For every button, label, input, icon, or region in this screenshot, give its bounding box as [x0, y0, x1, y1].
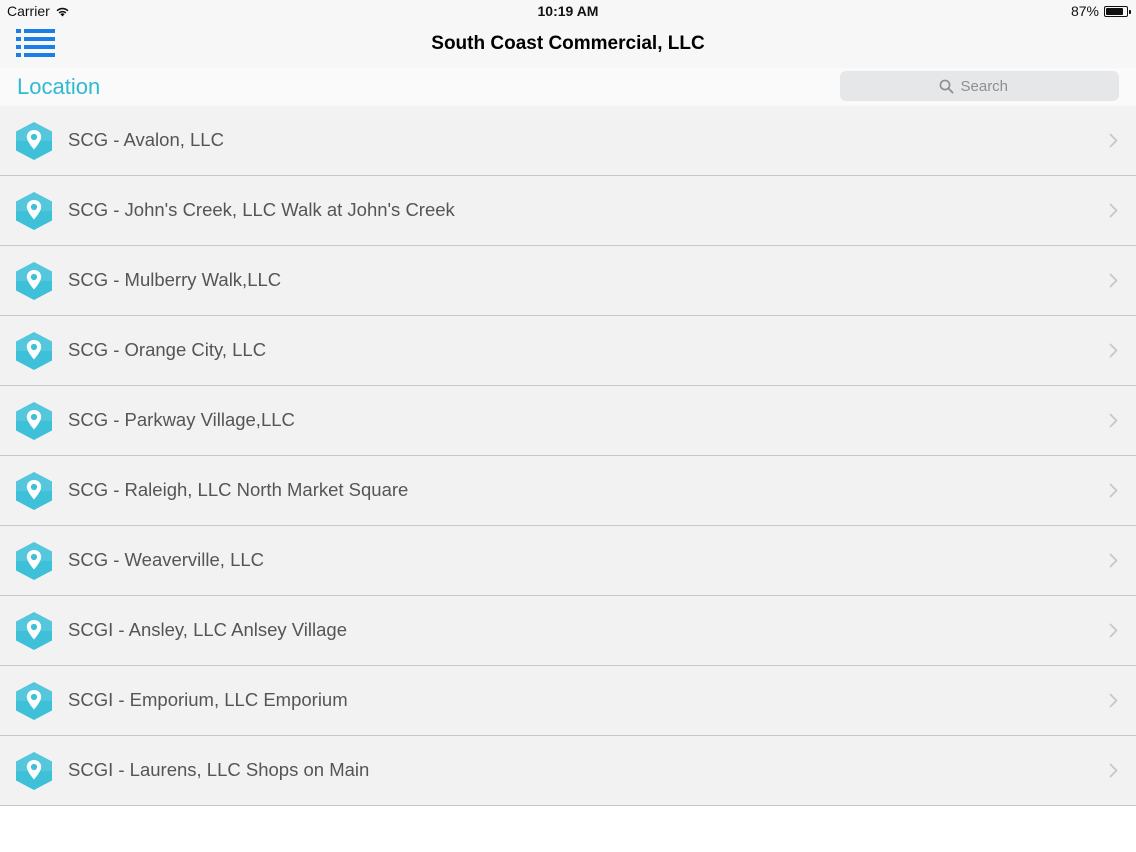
- list-item[interactable]: SCG - Raleigh, LLC North Market Square: [0, 456, 1136, 526]
- location-pin-icon: [13, 750, 55, 792]
- status-right: 87%: [1070, 3, 1131, 19]
- chevron-right-icon: [1109, 623, 1118, 638]
- battery-icon: [1104, 5, 1131, 17]
- list-item-label: SCG - Raleigh, LLC North Market Square: [68, 479, 409, 500]
- sub-header: Location: [0, 68, 1136, 106]
- search-bar[interactable]: [840, 71, 1119, 101]
- navigation-bar: South Coast Commercial, LLC: [0, 22, 1136, 68]
- location-pin-icon: [13, 680, 55, 722]
- location-pin-icon: [13, 470, 55, 512]
- list-item[interactable]: SCGI - Ansley, LLC Anlsey Village: [0, 596, 1136, 666]
- list-item[interactable]: SCG - Weaverville, LLC: [0, 526, 1136, 596]
- chevron-right-icon: [1109, 763, 1118, 778]
- app-screen: Carrier 10:19 AM 87% South Coast Commerc…: [0, 0, 1136, 852]
- nav-title: South Coast Commercial, LLC: [431, 33, 705, 54]
- list-item-label: SCG - Weaverville, LLC: [68, 549, 265, 570]
- chevron-right-icon: [1109, 483, 1118, 498]
- search-icon: [939, 79, 954, 94]
- list-item-label: SCG - John's Creek, LLC Walk at John's C…: [68, 199, 455, 220]
- location-pin-icon: [13, 400, 55, 442]
- list-item-label: SCGI - Emporium, LLC Emporium: [68, 689, 348, 710]
- search-input[interactable]: [960, 77, 1021, 95]
- list-item-label: SCGI - Ansley, LLC Anlsey Village: [68, 619, 348, 640]
- list-item-label: SCG - Mulberry Walk,LLC: [68, 269, 282, 290]
- battery-percent: 87%: [1070, 3, 1099, 19]
- chevron-right-icon: [1109, 133, 1118, 148]
- list-item[interactable]: SCG - John's Creek, LLC Walk at John's C…: [0, 176, 1136, 246]
- list-item[interactable]: SCG - Avalon, LLC: [0, 106, 1136, 176]
- list-item[interactable]: SCG - Orange City, LLC: [0, 316, 1136, 386]
- chevron-right-icon: [1109, 693, 1118, 708]
- status-time: 10:19 AM: [537, 3, 599, 19]
- list-item-label: SCG - Avalon, LLC: [68, 129, 224, 150]
- chevron-right-icon: [1109, 553, 1118, 568]
- chevron-right-icon: [1109, 273, 1118, 288]
- location-list: SCG - Avalon, LLC SCG - John's Creek, LL…: [0, 106, 1136, 806]
- list-item[interactable]: SCGI - Laurens, LLC Shops on Main: [0, 736, 1136, 806]
- status-bar: Carrier 10:19 AM 87%: [0, 0, 1136, 22]
- chevron-right-icon: [1109, 343, 1118, 358]
- chevron-right-icon: [1109, 413, 1118, 428]
- location-pin-icon: [13, 610, 55, 652]
- location-pin-icon: [13, 260, 55, 302]
- list-item-label: SCG - Parkway Village,LLC: [68, 409, 295, 430]
- section-title: Location: [17, 74, 101, 99]
- location-pin-icon: [13, 190, 55, 232]
- list-item[interactable]: SCGI - Emporium, LLC Emporium: [0, 666, 1136, 736]
- battery-fill: [1106, 7, 1124, 15]
- list-item-label: SCG - Orange City, LLC: [68, 339, 267, 360]
- list-item-label: SCGI - Laurens, LLC Shops on Main: [68, 759, 370, 780]
- list-item[interactable]: SCG - Parkway Village,LLC: [0, 386, 1136, 456]
- chevron-right-icon: [1109, 203, 1118, 218]
- location-pin-icon: [13, 540, 55, 582]
- battery-tip: [1129, 9, 1131, 14]
- location-pin-icon: [13, 330, 55, 372]
- list-item[interactable]: SCG - Mulberry Walk,LLC: [0, 246, 1136, 316]
- location-pin-icon: [13, 120, 55, 162]
